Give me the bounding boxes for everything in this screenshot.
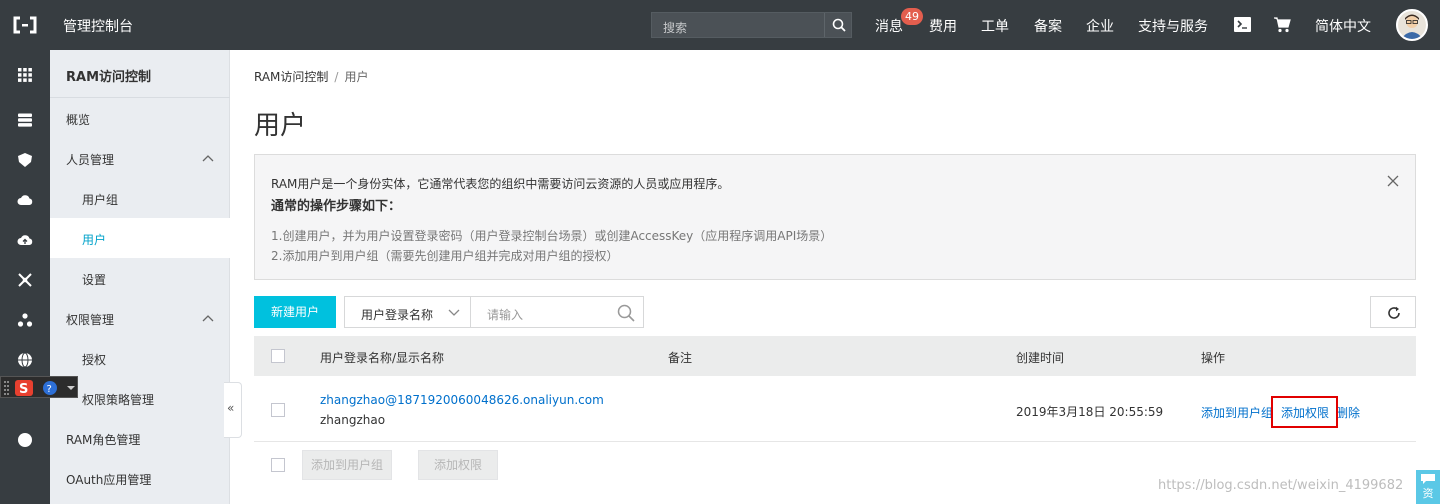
svg-text:?: ? (47, 384, 52, 395)
network-icon[interactable] (17, 272, 33, 288)
nav-tickets[interactable]: 工单 (981, 16, 1009, 36)
sidebar-item-permissions[interactable]: 权限管理 (50, 298, 230, 338)
sidebar-item-label: 概览 (66, 113, 91, 127)
sidebar-item-label: 用户 (82, 233, 107, 247)
cloud-upload-icon[interactable] (17, 232, 33, 248)
footer-select-all-checkbox[interactable] (271, 458, 285, 472)
breadcrumb-current: 用户 (344, 70, 369, 84)
grid-menu-icon[interactable] (17, 67, 33, 83)
row-checkbox[interactable] (271, 403, 285, 417)
user-display-name: zhangzhao (320, 413, 386, 427)
search-icon[interactable] (617, 304, 635, 322)
refresh-button[interactable] (1370, 296, 1416, 328)
messages-badge: 49 (901, 8, 923, 25)
select-all-checkbox[interactable] (271, 349, 285, 363)
breadcrumb-root[interactable]: RAM访问控制 (254, 70, 328, 84)
aliyun-logo-icon[interactable] (12, 13, 38, 37)
chevron-up-icon (202, 315, 214, 322)
sidebar-item-users[interactable]: 用户 (50, 218, 230, 258)
search-button[interactable] (824, 13, 851, 37)
user-created-time: 2019年3月18日 20:55:59 (1016, 405, 1164, 419)
sidebar-item-label: 授权 (82, 353, 107, 367)
top-bar: 管理控制台 搜索 消息 49 费用 工单 备案 企业 支持与服务 简体中文 (0, 0, 1440, 50)
cluster-icon[interactable] (17, 312, 33, 328)
filter-field-label: 用户登录名称 (361, 308, 434, 322)
search-icon (832, 18, 846, 32)
ram-sidebar: RAM访问控制 概览 人员管理 用户组 用户 设置 权限管理 授权 权限策略管理… (50, 50, 230, 504)
filter-field-select[interactable]: 用户登录名称 (344, 296, 471, 328)
sidebar-item-overview[interactable]: 概览 (50, 98, 230, 138)
notice-heading: 通常的操作步骤如下： (271, 199, 402, 214)
nav-support[interactable]: 支持与服务 (1138, 16, 1208, 36)
sidebar-collapse-button[interactable]: « (224, 382, 242, 438)
sidebar-item-grant[interactable]: 授权 (50, 338, 230, 378)
column-header-created: 创建时间 (1016, 351, 1065, 365)
breadcrumb-separator: / (334, 70, 339, 84)
table-row: zhangzhao@1871920060048626.onaliyun.com … (254, 376, 1416, 442)
svg-text:S: S (19, 382, 28, 397)
table-header: 用户登录名称/显示名称 备注 创建时间 操作 (254, 336, 1416, 376)
floating-tab-label: 资 (1422, 487, 1434, 500)
search-input[interactable]: 请输入 (470, 296, 644, 328)
double-chevron-left-icon: « (227, 401, 235, 415)
search-box[interactable]: 搜索 (651, 12, 852, 38)
refresh-icon (1388, 306, 1400, 319)
nav-messages[interactable]: 消息 (875, 16, 903, 36)
sidebar-item-roles[interactable]: RAM角色管理 (50, 418, 230, 458)
product-icon-bar (0, 50, 50, 504)
sidebar-item-label: OAuth应用管理 (66, 473, 152, 487)
search-input[interactable]: 搜索 (663, 19, 687, 36)
sidebar-item-oauth[interactable]: OAuth应用管理 (50, 458, 230, 498)
cloud-icon[interactable] (17, 192, 33, 208)
chevron-up-icon (202, 155, 214, 162)
nav-enterprise[interactable]: 企业 (1086, 16, 1114, 36)
main-content: RAM访问控制 / 用户 用户 RAM用户是一个身份实体，它通常代表您的组织中需要访… (254, 50, 1416, 504)
console-title[interactable]: 管理控制台 (63, 16, 133, 36)
nav-icp[interactable]: 备案 (1034, 16, 1062, 36)
sidebar-item-label: 人员管理 (66, 153, 115, 167)
globe-icon[interactable] (17, 352, 33, 368)
user-avatar[interactable] (1396, 9, 1428, 41)
page-title: 用户 (254, 111, 307, 141)
cart-icon[interactable] (1273, 16, 1291, 33)
chevron-down-icon (448, 309, 460, 316)
close-icon[interactable] (1387, 175, 1399, 187)
sidebar-item-label: RAM角色管理 (66, 433, 141, 447)
sidebar-title: RAM访问控制 (66, 70, 152, 85)
notice-step-1: 1.创建用户，并为用户设置登录密码（用户登录控制台场景）或创建AccessKey… (271, 229, 833, 243)
user-login-link[interactable]: zhangzhao@1871920060048626.onaliyun.com (320, 393, 604, 407)
create-user-button[interactable]: 新建用户 (254, 296, 336, 328)
language-switch[interactable]: 简体中文 (1315, 16, 1371, 36)
search-placeholder: 请输入 (487, 308, 524, 322)
delete-link[interactable]: 删除 (1336, 404, 1360, 421)
column-header-actions: 操作 (1201, 351, 1226, 365)
ime-toolbar[interactable]: S ? (0, 376, 78, 398)
sidebar-item-groups[interactable]: 用户组 (50, 178, 230, 218)
batch-add-permission-button[interactable]: 添加权限 (418, 450, 498, 480)
sidebar-item-settings[interactable]: 设置 (50, 258, 230, 298)
circle-icon[interactable] (17, 432, 33, 448)
column-header-remark: 备注 (668, 351, 693, 365)
sidebar-item-label: 权限管理 (66, 313, 115, 327)
floating-help-tab[interactable]: 资 (1416, 470, 1440, 504)
terminal-icon[interactable] (1234, 17, 1251, 32)
chat-icon (1421, 474, 1435, 484)
sidebar-item-label: 设置 (82, 273, 107, 287)
database-icon[interactable] (17, 152, 33, 168)
sidebar-item-label: 用户组 (82, 193, 119, 207)
server-icon[interactable] (17, 112, 33, 128)
highlight-box (1271, 396, 1338, 428)
nav-billing[interactable]: 费用 (929, 16, 957, 36)
batch-add-to-group-button[interactable]: 添加到用户组 (302, 450, 392, 480)
sidebar-item-people[interactable]: 人员管理 (50, 138, 230, 178)
notice-description: RAM用户是一个身份实体，它通常代表您的组织中需要访问云资源的人员或应用程序。 (271, 177, 730, 191)
add-to-group-link[interactable]: 添加到用户组 (1201, 404, 1273, 421)
notice-step-2: 2.添加用户到用户组（需要先创建用户组并完成对用户组的授权） (271, 249, 619, 263)
watermark: https://blog.csdn.net/weixin_4199682 (1158, 478, 1404, 493)
info-notice: RAM用户是一个身份实体，它通常代表您的组织中需要访问云资源的人员或应用程序。 … (254, 154, 1416, 280)
sidebar-item-label: 权限策略管理 (82, 393, 155, 407)
sidebar-header: RAM访问控制 (50, 50, 230, 98)
breadcrumb: RAM访问控制 / 用户 (254, 68, 368, 85)
column-header-name: 用户登录名称/显示名称 (320, 351, 445, 365)
